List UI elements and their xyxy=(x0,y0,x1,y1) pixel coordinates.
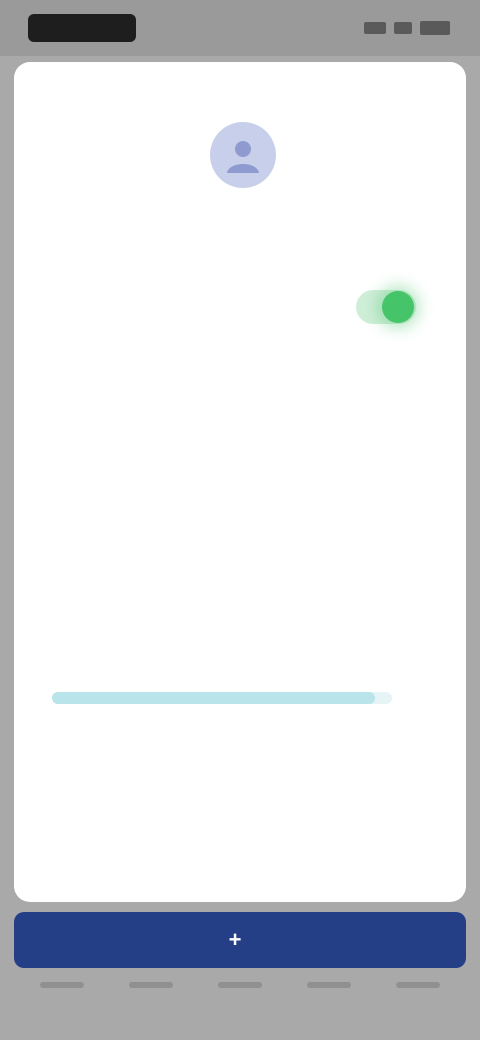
nav-hint-bar xyxy=(40,982,84,988)
plus-icon: + xyxy=(228,927,242,952)
battery-icon xyxy=(420,21,450,35)
avatar[interactable] xyxy=(210,122,276,188)
status-time xyxy=(28,14,136,42)
navigation-hint xyxy=(40,978,440,992)
wifi-icon xyxy=(394,22,412,34)
signal-icon xyxy=(364,22,386,34)
nav-hint-bar xyxy=(396,982,440,988)
status-icons xyxy=(354,20,450,36)
progress-fill xyxy=(52,692,375,704)
nav-hint-bar xyxy=(218,982,262,988)
progress-bar xyxy=(52,692,392,704)
setting-toggle[interactable] xyxy=(356,290,416,324)
add-button[interactable]: + xyxy=(14,912,466,968)
profile-card xyxy=(14,62,466,902)
toggle-knob xyxy=(382,291,414,323)
nav-hint-bar xyxy=(307,982,351,988)
status-bar xyxy=(0,0,480,56)
user-icon xyxy=(227,141,259,173)
nav-hint-bar xyxy=(129,982,173,988)
